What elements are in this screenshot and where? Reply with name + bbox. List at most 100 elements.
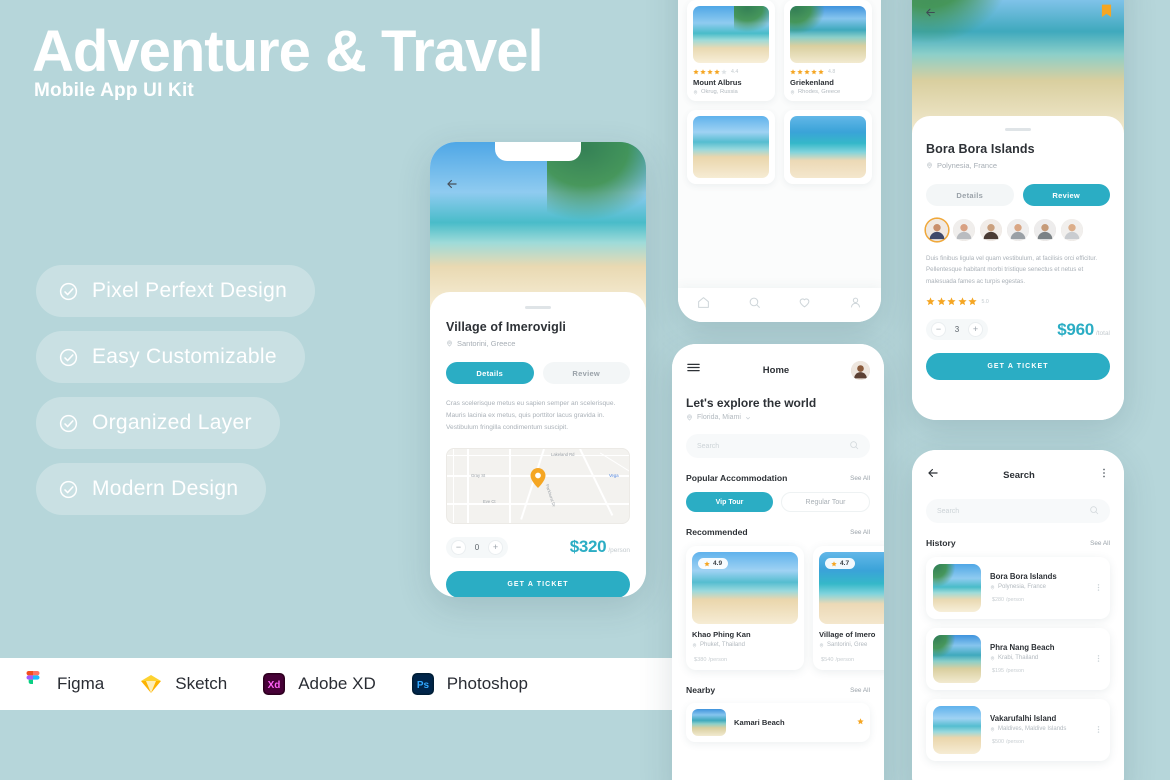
- history-section-header: History See All: [926, 538, 1110, 548]
- card-title: Griekenland: [790, 78, 834, 87]
- history-list-item[interactable]: Vakarufalhi Island Maldives, Maldive Isl…: [926, 699, 1110, 761]
- software-label: Figma: [57, 674, 105, 693]
- place-card[interactable]: [784, 110, 872, 184]
- phone-screen-search: Search Search History See All Bora Bora …: [912, 450, 1124, 780]
- reviewer-avatar[interactable]: [953, 219, 975, 241]
- reviewer-avatar[interactable]: [1061, 219, 1083, 241]
- item-info: Phra Nang Beach Krabi, Thailand $195/per…: [990, 643, 1055, 675]
- more-vertical-icon[interactable]: [1098, 466, 1110, 484]
- section-title: Recommended: [686, 527, 748, 537]
- sheet-grabber[interactable]: [525, 306, 551, 309]
- place-location: Polynesia, France: [926, 161, 1110, 170]
- bora-sheet: Bora Bora Islands Polynesia, France Deta…: [912, 116, 1124, 420]
- see-all-link[interactable]: See All: [850, 687, 870, 694]
- price-block: $960/total: [1057, 320, 1110, 340]
- place-card[interactable]: 4.4 Mount Albrus Okrug, Russia: [687, 0, 775, 101]
- search-content: Search Search History See All Bora Bora …: [912, 450, 1124, 780]
- tab-review[interactable]: Review: [542, 362, 630, 384]
- software-label: Photoshop: [446, 674, 529, 693]
- decrement-button[interactable]: −: [931, 322, 946, 338]
- map-pin-icon[interactable]: [530, 467, 546, 493]
- card-price: $540/person: [819, 652, 884, 664]
- get-ticket-button[interactable]: GET A TICKET: [446, 570, 630, 597]
- back-button[interactable]: [442, 174, 462, 194]
- see-all-link[interactable]: See All: [1090, 540, 1110, 547]
- nearby-list-item[interactable]: Kamari Beach: [686, 703, 870, 742]
- card-image: [790, 116, 866, 178]
- place-location-label: Polynesia, France: [937, 161, 998, 170]
- history-list-item[interactable]: Bora Bora Islands Polynesia, France $280…: [926, 557, 1110, 619]
- item-title: Kamari Beach: [734, 718, 785, 727]
- get-ticket-button[interactable]: GET A TICKET: [926, 353, 1110, 381]
- quantity-stepper[interactable]: − 3 +: [926, 319, 988, 341]
- place-card[interactable]: [687, 110, 775, 184]
- recommended-card[interactable]: 4.7 Village of Imero Santorini, Gree $54…: [813, 546, 884, 670]
- card-title: Mount Albrus: [693, 78, 742, 87]
- card-price-unit: /person: [708, 657, 728, 663]
- bookmark-icon[interactable]: [1101, 4, 1112, 23]
- place-location-label: Santorini, Greece: [457, 339, 516, 348]
- increment-button[interactable]: +: [968, 322, 983, 338]
- phone-screen-grid: 4.9 Mount Fuji Honshu, Japan 4.7: [678, 0, 881, 322]
- reviewer-avatar[interactable]: [980, 219, 1002, 241]
- check-circle-icon: [58, 413, 79, 434]
- phone-screen-home: Home Let's explore the world Florida, Mi…: [672, 344, 884, 780]
- page-subtitle: Mobile App UI Kit: [34, 80, 194, 101]
- tab-details[interactable]: Details: [446, 362, 534, 384]
- history-list-item[interactable]: Phra Nang Beach Krabi, Thailand $195/per…: [926, 628, 1110, 690]
- item-location-label: Krabi, Thailand: [998, 655, 1039, 661]
- home-icon[interactable]: [697, 296, 710, 314]
- quantity-stepper[interactable]: − 0 +: [446, 536, 508, 558]
- see-all-link[interactable]: See All: [850, 529, 870, 536]
- more-vertical-icon[interactable]: [1094, 583, 1103, 593]
- bora-tabs: Details Review: [926, 184, 1110, 206]
- increment-button[interactable]: +: [488, 539, 503, 555]
- item-price: $500/person: [990, 735, 1066, 746]
- rating-value: 4.4: [731, 69, 739, 75]
- item-image: [692, 709, 726, 736]
- map-pin-icon: [447, 340, 452, 347]
- sheet-grabber[interactable]: [1005, 128, 1031, 131]
- place-card[interactable]: 4.8 Griekenland Rhodes, Greece: [784, 0, 872, 101]
- search-input[interactable]: Search: [686, 434, 870, 458]
- segment-vip-tour[interactable]: Vip Tour: [686, 492, 773, 512]
- card-price-value: $380: [694, 657, 707, 663]
- more-vertical-icon[interactable]: [1094, 654, 1103, 664]
- reviewer-avatar[interactable]: [1007, 219, 1029, 241]
- grid-list: 4.9 Mount Fuji Honshu, Japan 4.7: [678, 0, 881, 322]
- tab-review[interactable]: Review: [1022, 184, 1110, 206]
- item-location: Maldives, Maldive Islands: [990, 726, 1066, 732]
- reviewer-avatar[interactable]: [926, 219, 948, 241]
- profile-icon[interactable]: [849, 296, 862, 314]
- search-icon[interactable]: [849, 437, 859, 455]
- card-location-label: Santorini, Gree: [827, 642, 868, 648]
- feature-pill-label: Pixel Perfext Design: [92, 279, 288, 302]
- more-vertical-icon[interactable]: [1094, 725, 1103, 735]
- rating-value: 5.0: [981, 298, 989, 305]
- location-map[interactable]: Gray St Eve Ct Lakeland Rd Vega Parkhurs…: [446, 447, 630, 524]
- rating-value: 4.9: [713, 560, 723, 567]
- search-input[interactable]: Search: [926, 499, 1110, 523]
- search-icon[interactable]: [748, 296, 761, 314]
- feature-pill-list: Pixel Perfext Design Easy Customizable O…: [36, 265, 316, 529]
- see-all-link[interactable]: See All: [850, 475, 870, 482]
- segment-regular-tour[interactable]: Regular Tour: [781, 492, 870, 512]
- place-title: Bora Bora Islands: [926, 142, 1035, 156]
- hero-image: [912, 0, 1124, 133]
- card-image: 4.7: [819, 552, 884, 624]
- search-icon[interactable]: [1089, 502, 1099, 520]
- heart-icon[interactable]: [798, 296, 811, 314]
- avatar[interactable]: [851, 360, 870, 380]
- back-button[interactable]: [924, 6, 937, 24]
- back-button[interactable]: [926, 466, 940, 485]
- item-title: Phra Nang Beach: [990, 643, 1055, 652]
- item-image: [933, 706, 981, 754]
- home-location-label: Florida, Miami: [697, 414, 741, 421]
- recommended-card[interactable]: 4.9 Khao Phing Kan Phuket, Thailand $380…: [686, 546, 804, 670]
- tab-details[interactable]: Details: [926, 184, 1014, 206]
- hamburger-menu-icon[interactable]: [686, 360, 701, 380]
- card-location-label: Phuket, Thailand: [700, 642, 745, 648]
- reviewer-avatar[interactable]: [1034, 219, 1056, 241]
- decrement-button[interactable]: −: [451, 539, 466, 555]
- rating-badge: 4.7: [825, 558, 856, 569]
